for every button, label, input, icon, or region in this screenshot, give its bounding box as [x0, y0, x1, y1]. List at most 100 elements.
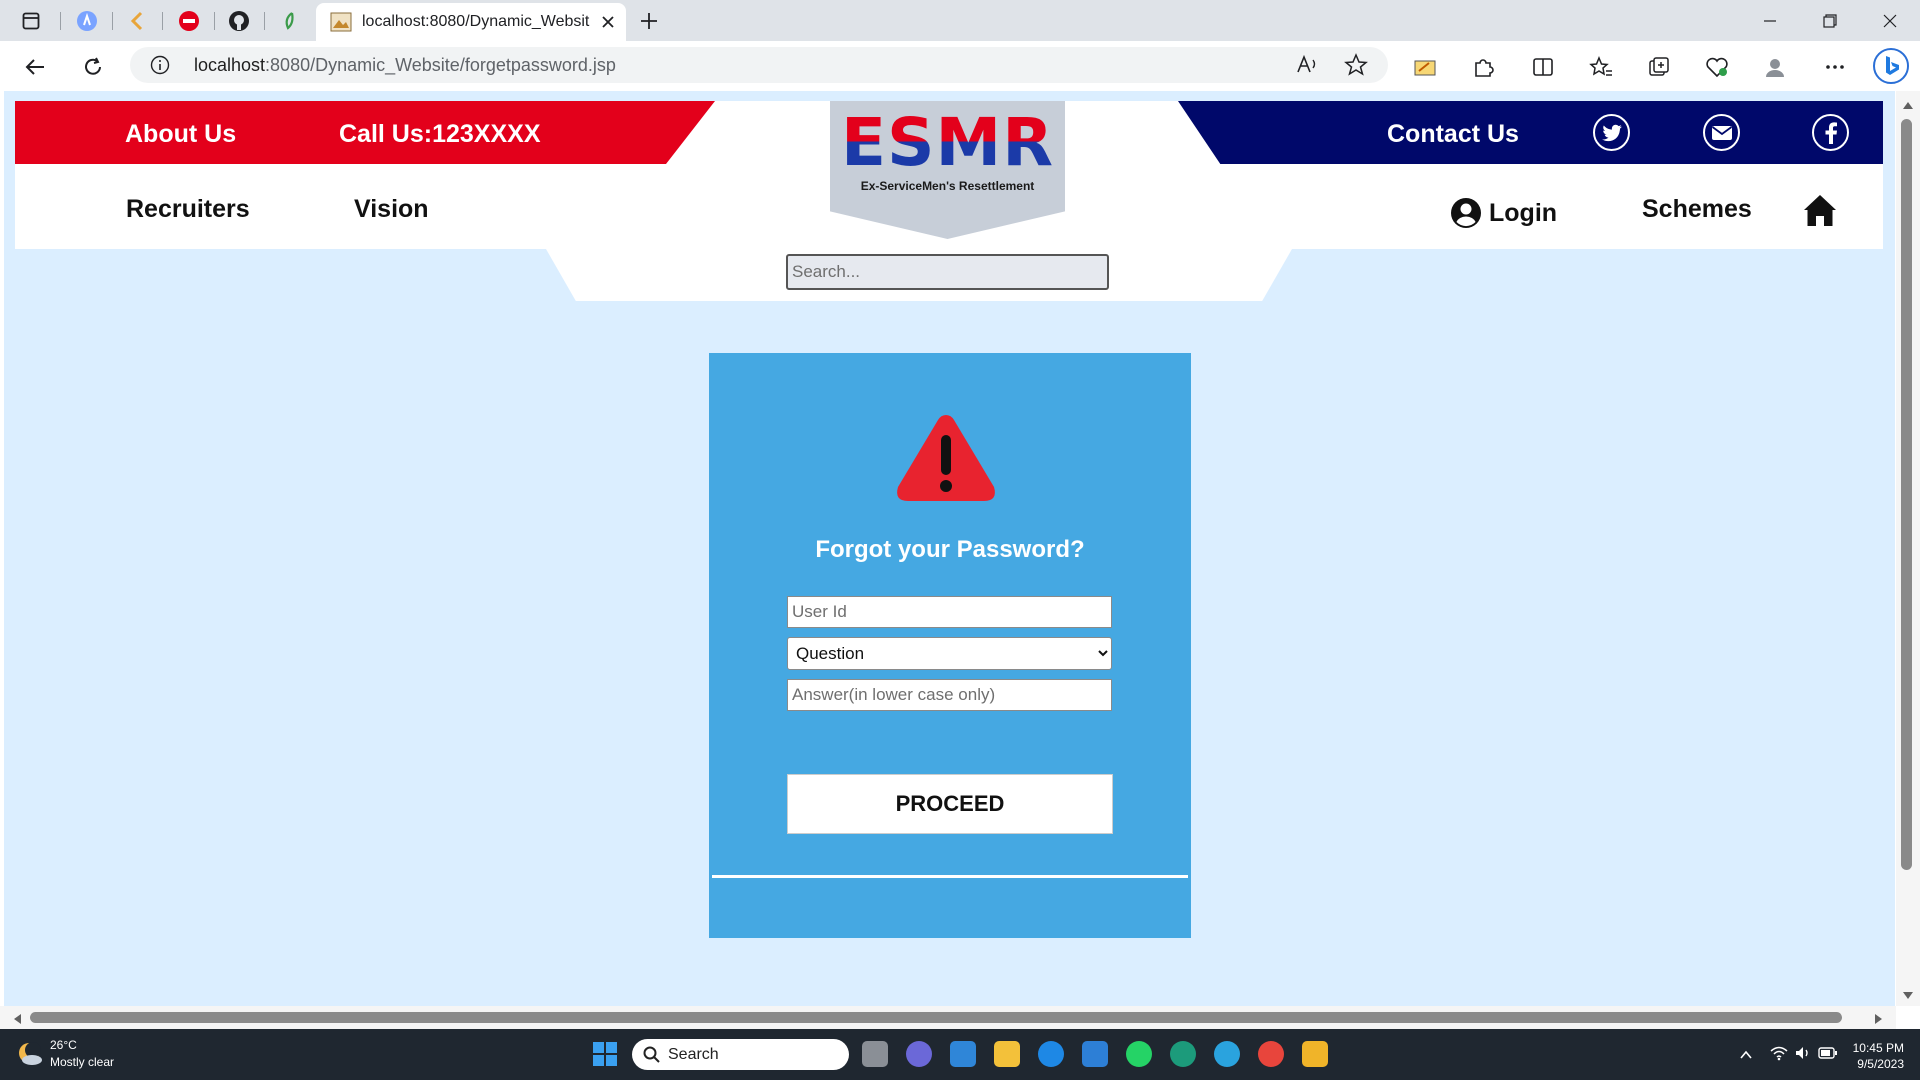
nav-vision[interactable]: Vision — [354, 195, 429, 224]
pinned-tab-1-icon[interactable] — [74, 8, 100, 34]
clock-time[interactable]: 10:45 PM — [1850, 1041, 1904, 1055]
volume-icon[interactable] — [1794, 1045, 1812, 1061]
pinned-tab-3-icon[interactable] — [176, 8, 202, 34]
task-view-icon[interactable] — [862, 1041, 888, 1067]
form-title: Forgot your Password? — [815, 536, 1085, 563]
pinned-tab-5-icon[interactable] — [276, 8, 302, 34]
battery-icon[interactable] — [1818, 1046, 1838, 1060]
taskbar-search-label: Search — [668, 1046, 719, 1063]
refresh-icon[interactable] — [80, 54, 106, 80]
mail-icon[interactable] — [950, 1041, 976, 1067]
chrome-icon[interactable] — [1258, 1041, 1284, 1067]
url-text: localhost:8080/Dynamic_Website/forgetpas… — [194, 55, 616, 76]
back-arrow-icon[interactable] — [22, 54, 48, 80]
url-path: :8080/Dynamic_Website/forgetpassword.jsp — [265, 55, 616, 75]
address-toolbar: localhost:8080/Dynamic_Website/forgetpas… — [0, 41, 1920, 91]
app-cube-icon[interactable] — [1302, 1041, 1328, 1067]
site-info-icon[interactable] — [150, 55, 170, 75]
restore-icon[interactable] — [1802, 0, 1858, 41]
horizontal-scroll-thumb[interactable] — [30, 1012, 1842, 1023]
minimize-icon[interactable] — [1742, 0, 1798, 41]
safari-like-browser-icon[interactable] — [1038, 1041, 1064, 1067]
read-aloud-icon[interactable] — [1296, 54, 1320, 76]
nav-recruiters[interactable]: Recruiters — [126, 195, 250, 224]
tab-separator — [60, 12, 61, 30]
contact-us-link[interactable]: Contact Us — [1387, 120, 1519, 149]
forgot-password-card: Forgot your Password? Question PROCEED — [709, 353, 1191, 938]
logo-subtitle: Ex-ServiceMen's Resettlement — [860, 179, 1035, 193]
tab-separator — [162, 12, 163, 30]
facebook-icon[interactable] — [1812, 114, 1849, 151]
url-field[interactable]: localhost:8080/Dynamic_Website/forgetpas… — [130, 47, 1388, 83]
favorite-star-icon[interactable] — [1344, 53, 1368, 77]
home-icon[interactable] — [1802, 192, 1838, 228]
weather-moon-icon[interactable] — [16, 1041, 44, 1067]
tab-separator — [214, 12, 215, 30]
vertical-scrollbar[interactable] — [1896, 91, 1920, 1006]
teams-chat-icon[interactable] — [906, 1041, 932, 1067]
close-window-icon[interactable] — [1862, 0, 1918, 41]
bing-copilot-icon[interactable] — [1872, 47, 1910, 85]
logo-title: ESMR — [830, 106, 1065, 180]
esmr-logo[interactable]: ESMR Ex-ServiceMen's Resettlement — [830, 101, 1065, 239]
wifi-icon[interactable] — [1770, 1045, 1788, 1061]
extension-pen-icon[interactable] — [1412, 54, 1438, 80]
scroll-up-icon[interactable] — [1902, 97, 1914, 115]
system-tray-chevron-icon[interactable] — [1740, 1047, 1752, 1059]
browser-viewport: About Us Call Us:123XXXX Contact Us ESMR… — [0, 91, 1920, 1029]
windows-taskbar: 26°C Mostly clear Search 10:45 PM 9/5/20… — [0, 1029, 1920, 1080]
login-label: Login — [1489, 198, 1558, 227]
vscode-icon[interactable] — [1082, 1041, 1108, 1067]
horizontal-scrollbar[interactable] — [0, 1006, 1896, 1029]
extensions-puzzle-icon[interactable] — [1470, 54, 1496, 80]
whatsapp-icon[interactable] — [1126, 1041, 1152, 1067]
site-header: About Us Call Us:123XXXX Contact Us ESMR… — [15, 101, 1883, 249]
about-us-link[interactable]: About Us — [125, 120, 236, 149]
page-favicon-icon — [330, 12, 352, 32]
weather-description: Mostly clear — [50, 1055, 115, 1069]
user-id-input[interactable] — [787, 596, 1112, 628]
active-tab[interactable]: localhost:8080/Dynamic_Website — [316, 3, 626, 41]
proceed-button[interactable]: PROCEED — [787, 774, 1113, 834]
browser-tab-bar: localhost:8080/Dynamic_Website — [0, 0, 1920, 41]
nav-schemes[interactable]: Schemes — [1642, 195, 1752, 224]
top-blue-band — [1178, 101, 1883, 164]
pinned-tab-2-icon[interactable] — [124, 8, 150, 34]
collections-icon[interactable] — [1646, 54, 1672, 80]
weather-temp: 26°C — [50, 1038, 77, 1052]
new-tab-icon[interactable] — [636, 8, 662, 34]
answer-input[interactable] — [787, 679, 1112, 711]
profile-avatar-icon[interactable] — [1762, 54, 1788, 80]
tab-actions-icon[interactable] — [18, 8, 44, 34]
email-icon[interactable] — [1703, 114, 1740, 151]
twitter-icon[interactable] — [1593, 114, 1630, 151]
github-tab-icon[interactable] — [226, 8, 252, 34]
telegram-icon[interactable] — [1214, 1041, 1240, 1067]
split-screen-icon[interactable] — [1530, 54, 1556, 80]
nav-login[interactable]: Login — [1451, 196, 1557, 230]
user-account-icon — [1451, 198, 1481, 228]
search-icon — [643, 1046, 660, 1063]
tab-separator — [112, 12, 113, 30]
taskbar-search-box[interactable]: Search — [632, 1039, 849, 1070]
favorites-icon[interactable] — [1588, 54, 1614, 80]
scroll-right-icon[interactable] — [1874, 1012, 1884, 1029]
more-options-icon[interactable] — [1822, 54, 1848, 80]
warning-icon — [894, 411, 998, 505]
file-explorer-icon[interactable] — [994, 1041, 1020, 1067]
site-search-input[interactable] — [786, 254, 1109, 290]
security-question-select[interactable]: Question — [787, 637, 1112, 670]
clock-date[interactable]: 9/5/2023 — [1850, 1057, 1904, 1071]
tab-separator — [264, 12, 265, 30]
windows-start-icon[interactable] — [592, 1041, 618, 1067]
call-us-link[interactable]: Call Us:123XXXX — [339, 120, 541, 149]
edge-browser-icon[interactable] — [1170, 1041, 1196, 1067]
vertical-scroll-thumb[interactable] — [1901, 119, 1912, 870]
close-tab-icon[interactable] — [598, 12, 618, 32]
scroll-left-icon[interactable] — [12, 1012, 22, 1029]
url-host: localhost — [194, 55, 266, 75]
card-divider — [712, 875, 1188, 878]
page-body: About Us Call Us:123XXXX Contact Us ESMR… — [4, 91, 1895, 1006]
scroll-down-icon[interactable] — [1902, 988, 1914, 1006]
browser-essentials-icon[interactable] — [1704, 54, 1730, 80]
